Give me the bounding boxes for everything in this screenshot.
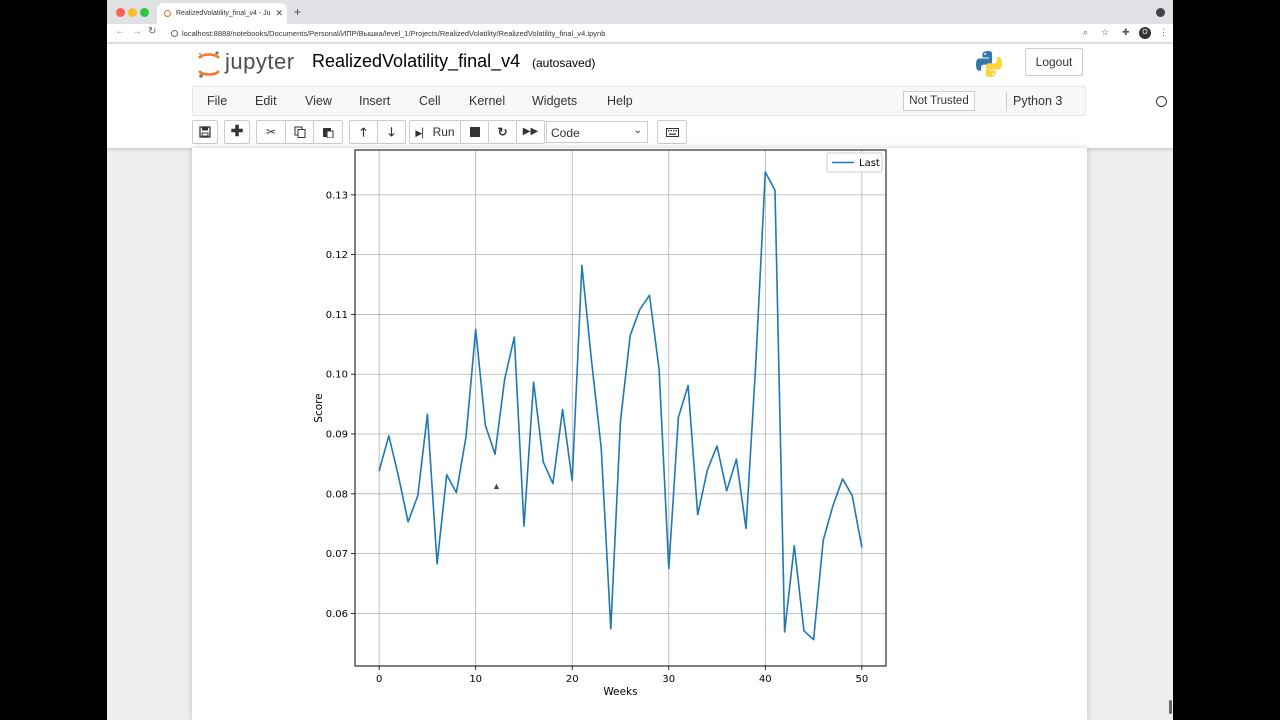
address-bar: ← → ↻ localhost:8888/notebooks/Documents…	[107, 24, 1173, 43]
menu-kernel[interactable]: Kernel	[469, 94, 505, 108]
forward-icon[interactable]: →	[132, 26, 142, 37]
cell-type-value: Code	[551, 126, 580, 140]
url-field[interactable]: localhost:8888/notebooks/Documents/Perso…	[167, 26, 1092, 41]
site-info-icon[interactable]	[171, 30, 178, 37]
restart-kernel-button[interactable]: ↻	[488, 120, 517, 144]
menu-insert[interactable]: Insert	[359, 94, 390, 108]
browser-window: RealizedVolatility_final_v4 - Ju ✕ + ← →…	[107, 0, 1173, 720]
reload-icon[interactable]: ↻	[148, 26, 156, 37]
y-tick-label: 0.08	[326, 489, 348, 500]
y-tick-label: 0.09	[326, 430, 348, 441]
close-window-icon[interactable]	[116, 8, 125, 17]
x-tick-label: 0	[376, 674, 382, 685]
arrow-down-icon: 🡓	[388, 125, 395, 139]
copy-icon	[294, 126, 305, 138]
chart-grid	[355, 150, 886, 666]
notebook-container: 0 10 20 30 40 50 0.06 0.07 0.08 0.09 0.10 0.11 0.12 0…	[192, 148, 1087, 720]
move-up-button[interactable]: 🡑	[349, 120, 378, 144]
copy-button[interactable]	[285, 120, 314, 144]
run-label: Run	[432, 125, 455, 139]
kernel-idle-indicator-icon	[1156, 96, 1167, 107]
x-tick-label: 20	[566, 674, 579, 685]
x-tick-label: 50	[855, 674, 868, 685]
logout-button[interactable]: Logout	[1025, 48, 1083, 76]
recording-icon	[1156, 8, 1165, 17]
menu-edit[interactable]: Edit	[255, 94, 277, 108]
save-button[interactable]	[192, 120, 218, 144]
y-tick-label: 0.10	[326, 370, 348, 381]
menu-view[interactable]: View	[305, 94, 332, 108]
paste-icon	[323, 128, 334, 139]
browser-tab[interactable]: RealizedVolatility_final_v4 - Ju ✕	[157, 3, 287, 24]
chart-legend: Last	[826, 152, 883, 173]
menu-file[interactable]: File	[207, 94, 227, 108]
notebook-toolbar: ✚ ✂ 🡑 🡓 ▶▏ Run ↻ ▶▶ Code ⌄	[192, 120, 1086, 146]
y-tick-label: 0.07	[326, 549, 348, 560]
notebook-name[interactable]: RealizedVolatility_final_v4	[312, 51, 520, 72]
run-button[interactable]: ▶▏ Run	[409, 120, 461, 144]
fast-forward-icon: ▶▶	[522, 126, 539, 137]
interrupt-kernel-button[interactable]	[460, 120, 489, 144]
menu-cell[interactable]: Cell	[419, 94, 441, 108]
cut-icon: ✂	[265, 125, 277, 139]
python-logo-icon	[976, 51, 1002, 77]
new-tab-button[interactable]: +	[294, 5, 301, 19]
minimize-window-icon[interactable]	[128, 8, 137, 17]
keyboard-icon	[665, 128, 679, 137]
profile-avatar[interactable]: O	[1139, 27, 1151, 39]
restart-run-all-button[interactable]: ▶▶	[516, 120, 545, 144]
kernel-divider	[1006, 92, 1007, 111]
jupyter-favicon-icon	[164, 10, 171, 17]
tab-title: RealizedVolatility_final_v4 - Ju	[176, 10, 271, 17]
restart-icon: ↻	[497, 125, 508, 139]
page-scrollbar[interactable]	[1169, 700, 1172, 714]
jupyter-logo-text: jupyter	[225, 49, 295, 74]
legend-label: Last	[859, 158, 880, 169]
menu-help[interactable]: Help	[607, 94, 633, 108]
menu-widgets[interactable]: Widgets	[532, 94, 577, 108]
step-forward-icon: ▶▏	[415, 128, 430, 138]
menu-bar: File Edit View Insert Cell Kernel Widget…	[192, 86, 1167, 116]
x-tick-label: 30	[662, 674, 675, 685]
y-tick-label: 0.12	[326, 250, 348, 261]
y-tick-label: 0.06	[326, 609, 348, 620]
y-tick-label: 0.13	[326, 190, 348, 201]
url-text: localhost:8888/notebooks/Documents/Perso…	[182, 29, 606, 38]
paste-button[interactable]	[313, 120, 343, 144]
mouse-cursor-icon: ▲	[492, 481, 501, 491]
bookmark-star-icon[interactable]: ☆	[1101, 27, 1109, 38]
cut-button[interactable]: ✂	[256, 120, 286, 144]
plus-icon: ✚	[230, 123, 244, 140]
y-axis-label: Score	[313, 393, 325, 422]
arrow-up-icon: 🡑	[360, 125, 367, 139]
line-chart: 0 10 20 30 40 50 0.06 0.07 0.08 0.09 0.10 0.11 0.12 0…	[313, 149, 887, 698]
cell-type-select[interactable]: Code ⌄	[546, 121, 648, 143]
not-trusted-button[interactable]: Not Trusted	[903, 91, 975, 111]
command-palette-button[interactable]	[657, 120, 687, 144]
back-icon[interactable]: ←	[115, 26, 125, 37]
maximize-window-icon[interactable]	[140, 8, 149, 17]
x-tick-label: 10	[469, 674, 482, 685]
insert-cell-button[interactable]: ✚	[224, 120, 250, 144]
axes-frame	[354, 149, 887, 667]
save-icon	[199, 126, 211, 138]
zoom-icon[interactable]: ⌕	[1083, 27, 1088, 38]
stop-icon	[469, 127, 480, 137]
move-down-button[interactable]: 🡓	[377, 120, 406, 144]
x-tick-label: 40	[759, 674, 772, 685]
extensions-icon[interactable]: ✚	[1122, 27, 1130, 38]
autosave-status: (autosaved)	[532, 56, 596, 70]
series-line-last	[378, 171, 863, 641]
tab-close-icon[interactable]: ✕	[275, 8, 283, 19]
browser-menu-icon[interactable]: ⋮	[1159, 27, 1168, 38]
kernel-name[interactable]: Python 3	[1013, 94, 1062, 108]
x-axis-label: Weeks	[603, 686, 637, 698]
jupyter-header: jupyter RealizedVolatility_final_v4 (aut…	[107, 44, 1173, 148]
y-tick-label: 0.11	[326, 310, 348, 321]
tab-bar: RealizedVolatility_final_v4 - Ju ✕ +	[107, 0, 1173, 24]
chevron-down-icon: ⌄	[633, 125, 642, 136]
